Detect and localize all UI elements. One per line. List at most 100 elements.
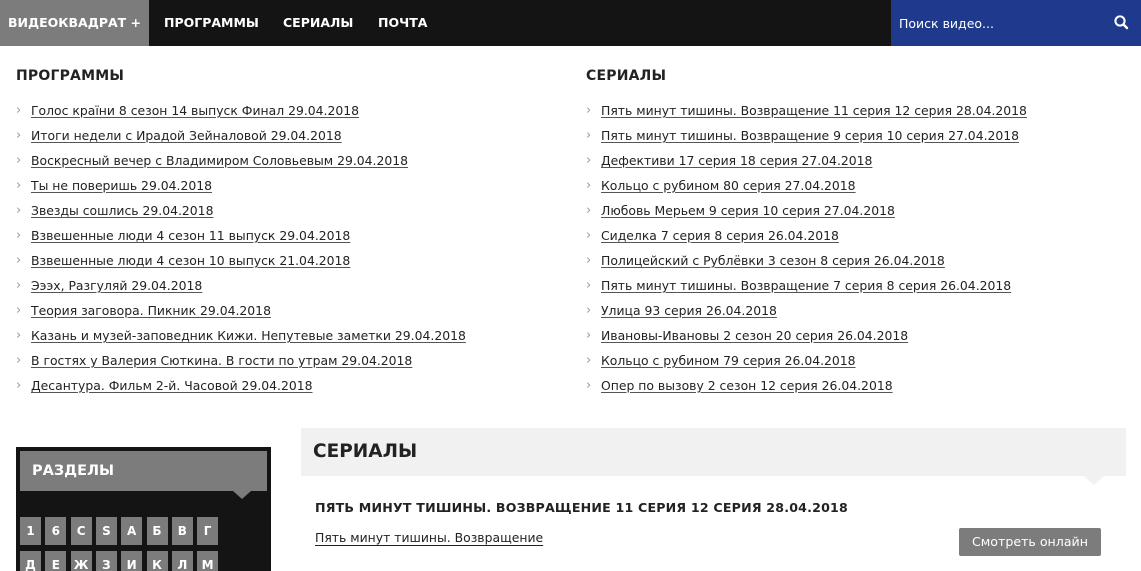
serials-item-link[interactable]: Пять минут тишины. Возвращение 11 серия … [601,103,1027,118]
search-button[interactable] [1101,0,1141,46]
list-item: › Голос країни 8 сезон 14 выпуск Финал 29… [16,98,466,123]
programs-heading: ПРОГРАММЫ [16,68,125,84]
serials-item-link[interactable]: Кольцо с рубином 80 серия 27.04.2018 [601,178,856,193]
chevron-right-icon: › [16,203,22,218]
programs-item-link[interactable]: В гостях у Валерия Сюткина. В гости по у… [31,353,412,368]
chevron-right-icon: › [586,378,592,393]
programs-item-link[interactable]: Взвешенные люди 4 сезон 10 выпуск 21.04.… [31,253,350,268]
episode-title[interactable]: ПЯТЬ МИНУТ ТИШИНЫ. ВОЗВРАЩЕНИЕ 11 СЕРИЯ … [315,500,848,515]
serials-item-link[interactable]: Любовь Мерьем 9 серия 10 серия 27.04.201… [601,203,895,218]
chevron-right-icon: › [16,278,22,293]
chevron-right-icon: › [586,178,592,193]
programs-item-link[interactable]: Голос країни 8 сезон 14 выпуск Финал 29.… [31,103,359,118]
list-item: › Взвешенные люди 4 сезон 11 выпуск 29.04… [16,223,466,248]
search-input[interactable] [891,0,1101,46]
chevron-right-icon: › [16,153,22,168]
chevron-right-icon: › [586,353,592,368]
letter-button[interactable]: S [95,517,117,545]
list-item: › Улица 93 серия 26.04.2018 [586,298,1027,323]
series-link[interactable]: Пять минут тишины. Возвращение [315,530,543,545]
chevron-right-icon: › [586,278,592,293]
list-item: › Теория заговора. Пикник 29.04.2018 [16,298,466,323]
serials-panel-notch [1084,476,1104,485]
nav-brand-link[interactable]: ВИДЕОКВАДРАТ + [0,0,149,46]
serials-item-link[interactable]: Ивановы-Ивановы 2 сезон 20 серия 26.04.2… [601,328,908,343]
list-item: › Пять минут тишины. Возвращение 7 серия … [586,273,1027,298]
chevron-right-icon: › [16,178,22,193]
sections-heading-notch [233,491,251,499]
letter-button[interactable]: З [95,551,117,571]
serials-item-link[interactable]: Сиделка 7 серия 8 серия 26.04.2018 [601,228,839,243]
programs-item-link[interactable]: Десантура. Фильм 2-й. Часовой 29.04.2018 [31,378,313,393]
letter-button[interactable]: К [146,551,168,571]
letter-button[interactable]: Г [197,517,219,545]
letter-button[interactable]: 1 [20,517,41,545]
chevron-right-icon: › [586,303,592,318]
chevron-right-icon: › [16,103,22,118]
chevron-right-icon: › [16,128,22,143]
letter-button[interactable]: Б [146,517,168,545]
list-item: › Взвешенные люди 4 сезон 10 выпуск 21.04… [16,248,466,273]
chevron-right-icon: › [16,353,22,368]
list-item: › Кольцо с рубином 79 серия 26.04.2018 [586,348,1027,373]
list-item: › Опер по вызову 2 сезон 12 серия 26.04.2… [586,373,1027,398]
search-bar [891,0,1141,46]
letter-button[interactable]: В [171,517,193,545]
chevron-right-icon: › [586,103,592,118]
letter-button[interactable]: 6 [45,517,67,545]
list-item: › Любовь Мерьем 9 серия 10 серия 27.04.20… [586,198,1027,223]
serials-item-link[interactable]: Опер по вызову 2 сезон 12 серия 26.04.20… [601,378,893,393]
programs-item-link[interactable]: Взвешенные люди 4 сезон 11 выпуск 29.04.… [31,228,350,243]
serials-panel-title: СЕРИАЛЫ [313,441,418,462]
sections-heading-label: РАЗДЕЛЫ [32,463,115,479]
letter-button[interactable]: Е [45,551,67,571]
list-item: › Ты не поверишь 29.04.2018 [16,173,466,198]
top-navigation: ВИДЕОКВАДРАТ + ПРОГРАММЫ СЕРИАЛЫ ПОЧТА [0,0,1141,46]
chevron-right-icon: › [16,378,22,393]
list-item: › Пять минут тишины. Возвращение 9 серия … [586,123,1027,148]
programs-list: › Голос країни 8 сезон 14 выпуск Финал 29… [16,98,466,398]
letter-button[interactable]: И [121,551,143,571]
programs-item-link[interactable]: Эээх, Разгуляй 29.04.2018 [31,278,202,293]
list-item: › Дефективи 17 серия 18 серия 27.04.2018 [586,148,1027,173]
nav-link-mail[interactable]: ПОЧТА [378,0,427,46]
letter-button[interactable]: Д [20,551,41,571]
programs-item-link[interactable]: Звезды сошлись 29.04.2018 [31,203,213,218]
watch-online-button[interactable]: Смотреть онлайн [959,528,1101,556]
serials-item-link[interactable]: Пять минут тишины. Возвращение 9 серия 1… [601,128,1019,143]
list-item: › Пять минут тишины. Возвращение 11 серия… [586,98,1027,123]
letter-button[interactable]: Ж [70,551,92,571]
serials-item-link[interactable]: Кольцо с рубином 79 серия 26.04.2018 [601,353,856,368]
chevron-right-icon: › [586,228,592,243]
letter-button[interactable]: C [70,517,92,545]
programs-item-link[interactable]: Воскресный вечер с Владимиром Соловьевым… [31,153,408,168]
serials-heading: СЕРИАЛЫ [586,68,667,84]
chevron-right-icon: › [16,303,22,318]
programs-item-link[interactable]: Итоги недели с Ирадой Зейналовой 29.04.2… [31,128,342,143]
programs-item-link[interactable]: Казань и музей-заповедник Кижи. Непутевы… [31,328,466,343]
list-item: › В гостях у Валерия Сюткина. В гости по … [16,348,466,373]
list-item: › Звезды сошлись 29.04.2018 [16,198,466,223]
sections-heading: РАЗДЕЛЫ [20,451,267,499]
nav-link-serials[interactable]: СЕРИАЛЫ [283,0,353,46]
serials-item-link[interactable]: Улица 93 серия 26.04.2018 [601,303,777,318]
chevron-right-icon: › [16,253,22,268]
letter-button[interactable]: Л [171,551,193,571]
chevron-right-icon: › [16,328,22,343]
list-item: › Сиделка 7 серия 8 серия 26.04.2018 [586,223,1027,248]
letter-button[interactable]: А [121,517,143,545]
search-icon [1114,15,1129,30]
chevron-right-icon: › [586,253,592,268]
programs-item-link[interactable]: Теория заговора. Пикник 29.04.2018 [31,303,271,318]
serials-item-link[interactable]: Пять минут тишины. Возвращение 7 серия 8… [601,278,1011,293]
list-item: › Казань и музей-заповедник Кижи. Непутев… [16,323,466,348]
sections-box: РАЗДЕЛЫ 16CSАБВГ ДЕЖЗИКЛМ [16,447,271,571]
chevron-right-icon: › [586,328,592,343]
list-item: › Десантура. Фильм 2-й. Часовой 29.04.201… [16,373,466,398]
programs-item-link[interactable]: Ты не поверишь 29.04.2018 [31,178,212,193]
serials-item-link[interactable]: Дефективи 17 серия 18 серия 27.04.2018 [601,153,872,168]
nav-link-programs[interactable]: ПРОГРАММЫ [164,0,259,46]
letter-button[interactable]: М [197,551,219,571]
serials-item-link[interactable]: Полицейский с Рублёвки 3 сезон 8 серия 2… [601,253,945,268]
list-item: › Эээх, Разгуляй 29.04.2018 [16,273,466,298]
